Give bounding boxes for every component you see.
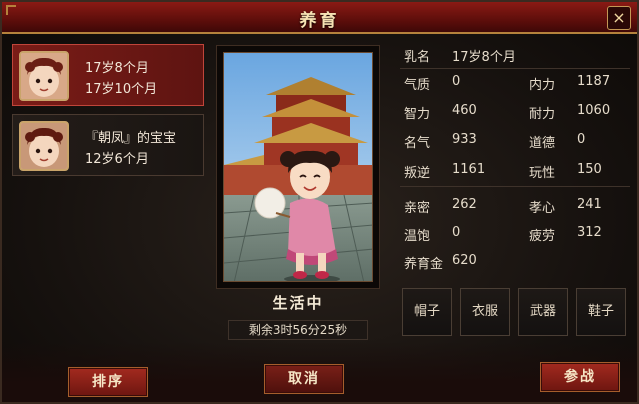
qizhi-value: 0 [452,74,461,89]
sort-button[interactable]: 排序 [68,367,148,397]
pilao-label: 疲劳 [529,229,556,244]
panni-label: 叛逆 [404,166,431,181]
wenbao-value: 0 [452,225,461,240]
xiaoxin-value: 241 [577,197,602,212]
nickname-label: 乳名 [404,50,431,65]
neili-value: 1187 [577,74,611,89]
shoes-slot[interactable]: 鞋子 [576,288,626,336]
child-age: 12岁6个月 [85,152,149,167]
wanxing-value: 150 [577,162,602,177]
naili-label: 耐力 [529,107,556,122]
cancel-button[interactable]: 取消 [264,364,344,394]
neili-label: 内力 [529,78,556,93]
remaining-timer: 剩余3时56分25秒 [228,320,368,340]
xiaoxin-label: 孝心 [529,201,556,216]
nurture-window: 养育 × 17岁8个月 17岁10个月 『朝凤』的宝宝 12岁6个月 生活中 剩… [0,0,639,404]
status-label: 生活中 [272,294,324,312]
qinmi-label: 亲密 [404,201,431,216]
divider [400,68,630,69]
child-avatar [19,51,69,101]
zhili-label: 智力 [404,107,431,122]
battle-button[interactable]: 参战 [540,362,620,392]
daode-label: 道德 [529,136,556,151]
qinmi-value: 262 [452,197,477,212]
weapon-slot[interactable]: 武器 [518,288,568,336]
window-title: 养育 [299,11,340,31]
divider [400,186,630,187]
pilao-value: 312 [577,225,602,240]
yangyujin-value: 620 [452,253,477,268]
close-button[interactable]: × [607,6,631,30]
child-age: 17岁10个月 [85,82,158,97]
child-card[interactable]: 17岁8个月 17岁10个月 [12,44,204,106]
title-bar: 养育 × [2,2,637,34]
child-list: 17岁8个月 17岁10个月 『朝凤』的宝宝 12岁6个月 [12,44,204,184]
mingqi-value: 933 [452,132,477,147]
nickname-value: 17岁8个月 [452,50,516,65]
wenbao-label: 温饱 [404,229,431,244]
wanxing-label: 玩性 [529,166,556,181]
child-name: 17岁8个月 [85,61,149,76]
child-portrait [223,52,373,282]
clothes-slot[interactable]: 衣服 [460,288,510,336]
child-name: 『朝凤』的宝宝 [85,131,177,146]
portrait-frame [216,45,380,289]
mingqi-label: 名气 [404,136,431,151]
qizhi-label: 气质 [404,78,431,93]
yangyujin-label: 养育金 [404,257,444,272]
panni-value: 1161 [452,162,486,177]
daode-value: 0 [577,132,586,147]
hat-slot[interactable]: 帽子 [402,288,452,336]
child-card[interactable]: 『朝凤』的宝宝 12岁6个月 [12,114,204,176]
zhili-value: 460 [452,103,477,118]
naili-value: 1060 [577,103,611,118]
close-icon: × [612,8,626,27]
child-avatar [19,121,69,171]
